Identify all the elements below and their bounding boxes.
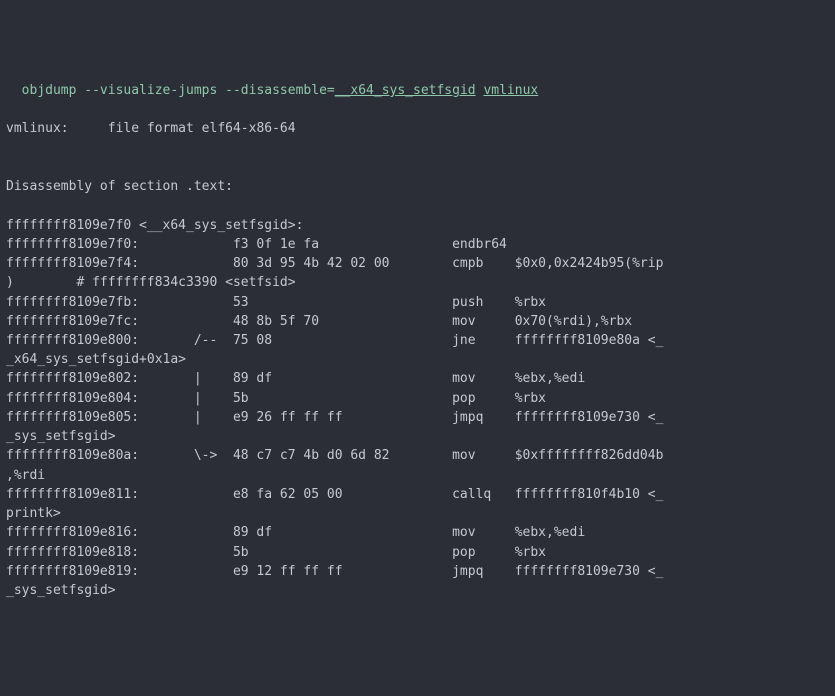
operands: ffffffff8109e80a <_ bbox=[515, 333, 664, 348]
mnemonic: push bbox=[452, 293, 515, 312]
address: ffffffff8109e7f4: bbox=[6, 254, 139, 273]
operands: %rbx bbox=[515, 295, 546, 310]
symbol-header: ffffffff8109e7f0 <__x64_sys_setfsgid>: bbox=[6, 216, 829, 235]
address: ffffffff8109e7fc: bbox=[6, 312, 139, 331]
instruction-bytes: 48 c7 c7 4b d0 6d 82 bbox=[233, 446, 452, 465]
address: ffffffff8109e816: bbox=[6, 523, 139, 542]
disasm-line: ffffffff8109e802: | 89 dfmov%ebx,%edi bbox=[6, 369, 829, 388]
address: ffffffff8109e811: bbox=[6, 485, 139, 504]
address: ffffffff8109e819: bbox=[6, 562, 139, 581]
disasm-line: ffffffff8109e7fc: 48 8b 5f 70mov0x70(%rdi… bbox=[6, 312, 829, 331]
mnemonic: jmpq bbox=[452, 408, 515, 427]
jump-visual: /-- bbox=[194, 331, 233, 350]
disasm-line-wrap: ) # ffffffff834c3390 <setfsid> bbox=[6, 273, 829, 292]
instruction-bytes: 75 08 bbox=[233, 331, 452, 350]
operands: %rbx bbox=[515, 545, 546, 560]
operands: %ebx,%edi bbox=[515, 525, 585, 540]
address: ffffffff8109e80a: bbox=[6, 446, 139, 465]
disasm-line: ffffffff8109e819: e9 12 ff ff ffjmpqfffff… bbox=[6, 562, 829, 581]
disasm-line: ffffffff8109e7f0: f3 0f 1e faendbr64 bbox=[6, 235, 829, 254]
disasm-line-wrap: _sys_setfsgid> bbox=[6, 427, 829, 446]
disasm-line: ffffffff8109e816: 89 dfmov%ebx,%edi bbox=[6, 523, 829, 542]
instruction-bytes: 53 bbox=[233, 293, 452, 312]
cmd-part: objdump --visualize-jumps --disassemble= bbox=[22, 83, 335, 98]
mnemonic: mov bbox=[452, 446, 515, 465]
instruction-bytes: 48 8b 5f 70 bbox=[233, 312, 452, 331]
disasm-line: ffffffff8109e7fb: 53push%rbx bbox=[6, 293, 829, 312]
disasm-line: ffffffff8109e805: | e9 26 ff ff ffjmpqfff… bbox=[6, 408, 829, 427]
mnemonic: pop bbox=[452, 389, 515, 408]
file-format-line: vmlinux: file format elf64-x86-64 bbox=[6, 119, 829, 138]
instruction-bytes: 5b bbox=[233, 543, 452, 562]
disasm-line: ffffffff8109e818: 5bpop%rbx bbox=[6, 543, 829, 562]
mnemonic: endbr64 bbox=[452, 235, 515, 254]
cmd-part: __x64_sys_setfsgid bbox=[335, 83, 476, 98]
command-line: objdump --visualize-jumps --disassemble=… bbox=[6, 81, 829, 100]
operands: $0x0,0x2424b95(%rip bbox=[515, 256, 664, 271]
mnemonic: jne bbox=[452, 331, 515, 350]
address: ffffffff8109e7fb: bbox=[6, 293, 139, 312]
mnemonic: mov bbox=[452, 312, 515, 331]
operands: %ebx,%edi bbox=[515, 371, 585, 386]
instruction-bytes: e8 fa 62 05 00 bbox=[233, 485, 452, 504]
section-header: Disassembly of section .text: bbox=[6, 177, 829, 196]
operands: ffffffff8109e730 <_ bbox=[515, 410, 664, 425]
jump-visual: | bbox=[194, 389, 233, 408]
jump-visual: | bbox=[194, 369, 233, 388]
disasm-line-wrap: _sys_setfsgid> bbox=[6, 581, 829, 600]
instruction-bytes: 5b bbox=[233, 389, 452, 408]
disasm-line-wrap: printk> bbox=[6, 504, 829, 523]
operands: ffffffff8109e730 <_ bbox=[515, 564, 664, 579]
address: ffffffff8109e800: bbox=[6, 331, 139, 350]
instruction-bytes: e9 26 ff ff ff bbox=[233, 408, 452, 427]
instruction-bytes: 89 df bbox=[233, 369, 452, 388]
address: ffffffff8109e805: bbox=[6, 408, 139, 427]
mnemonic: cmpb bbox=[452, 254, 515, 273]
disasm-line: ffffffff8109e80a: \-> 48 c7 c7 4b d0 6d 8… bbox=[6, 446, 829, 465]
address: ffffffff8109e818: bbox=[6, 543, 139, 562]
disasm-line: ffffffff8109e804: | 5bpop%rbx bbox=[6, 389, 829, 408]
address: ffffffff8109e804: bbox=[6, 389, 139, 408]
cmd-part: vmlinux bbox=[483, 83, 538, 98]
instruction-bytes: f3 0f 1e fa bbox=[233, 235, 452, 254]
address: ffffffff8109e802: bbox=[6, 369, 139, 388]
operands: $0xffffffff826dd04b bbox=[515, 448, 664, 463]
disasm-line-wrap: _x64_sys_setfsgid+0x1a> bbox=[6, 350, 829, 369]
jump-visual: \-> bbox=[194, 446, 233, 465]
address: ffffffff8109e7f0: bbox=[6, 235, 139, 254]
operands: ffffffff810f4b10 <_ bbox=[515, 487, 664, 502]
mnemonic: jmpq bbox=[452, 562, 515, 581]
jump-visual: | bbox=[194, 408, 233, 427]
disasm-line: ffffffff8109e811: e8 fa 62 05 00callqffff… bbox=[6, 485, 829, 504]
instruction-bytes: 89 df bbox=[233, 523, 452, 542]
mnemonic: callq bbox=[452, 485, 515, 504]
mnemonic: pop bbox=[452, 543, 515, 562]
instruction-bytes: 80 3d 95 4b 42 02 00 bbox=[233, 254, 452, 273]
operands: 0x70(%rdi),%rbx bbox=[515, 314, 632, 329]
operands: %rbx bbox=[515, 391, 546, 406]
terminal-output: objdump --visualize-jumps --disassemble=… bbox=[6, 81, 829, 600]
mnemonic: mov bbox=[452, 369, 515, 388]
disasm-line-wrap: ,%rdi bbox=[6, 466, 829, 485]
disasm-line: ffffffff8109e7f4: 80 3d 95 4b 42 02 00cmp… bbox=[6, 254, 829, 273]
mnemonic: mov bbox=[452, 523, 515, 542]
instruction-bytes: e9 12 ff ff ff bbox=[233, 562, 452, 581]
disasm-line: ffffffff8109e800: /-- 75 08jneffffffff810… bbox=[6, 331, 829, 350]
